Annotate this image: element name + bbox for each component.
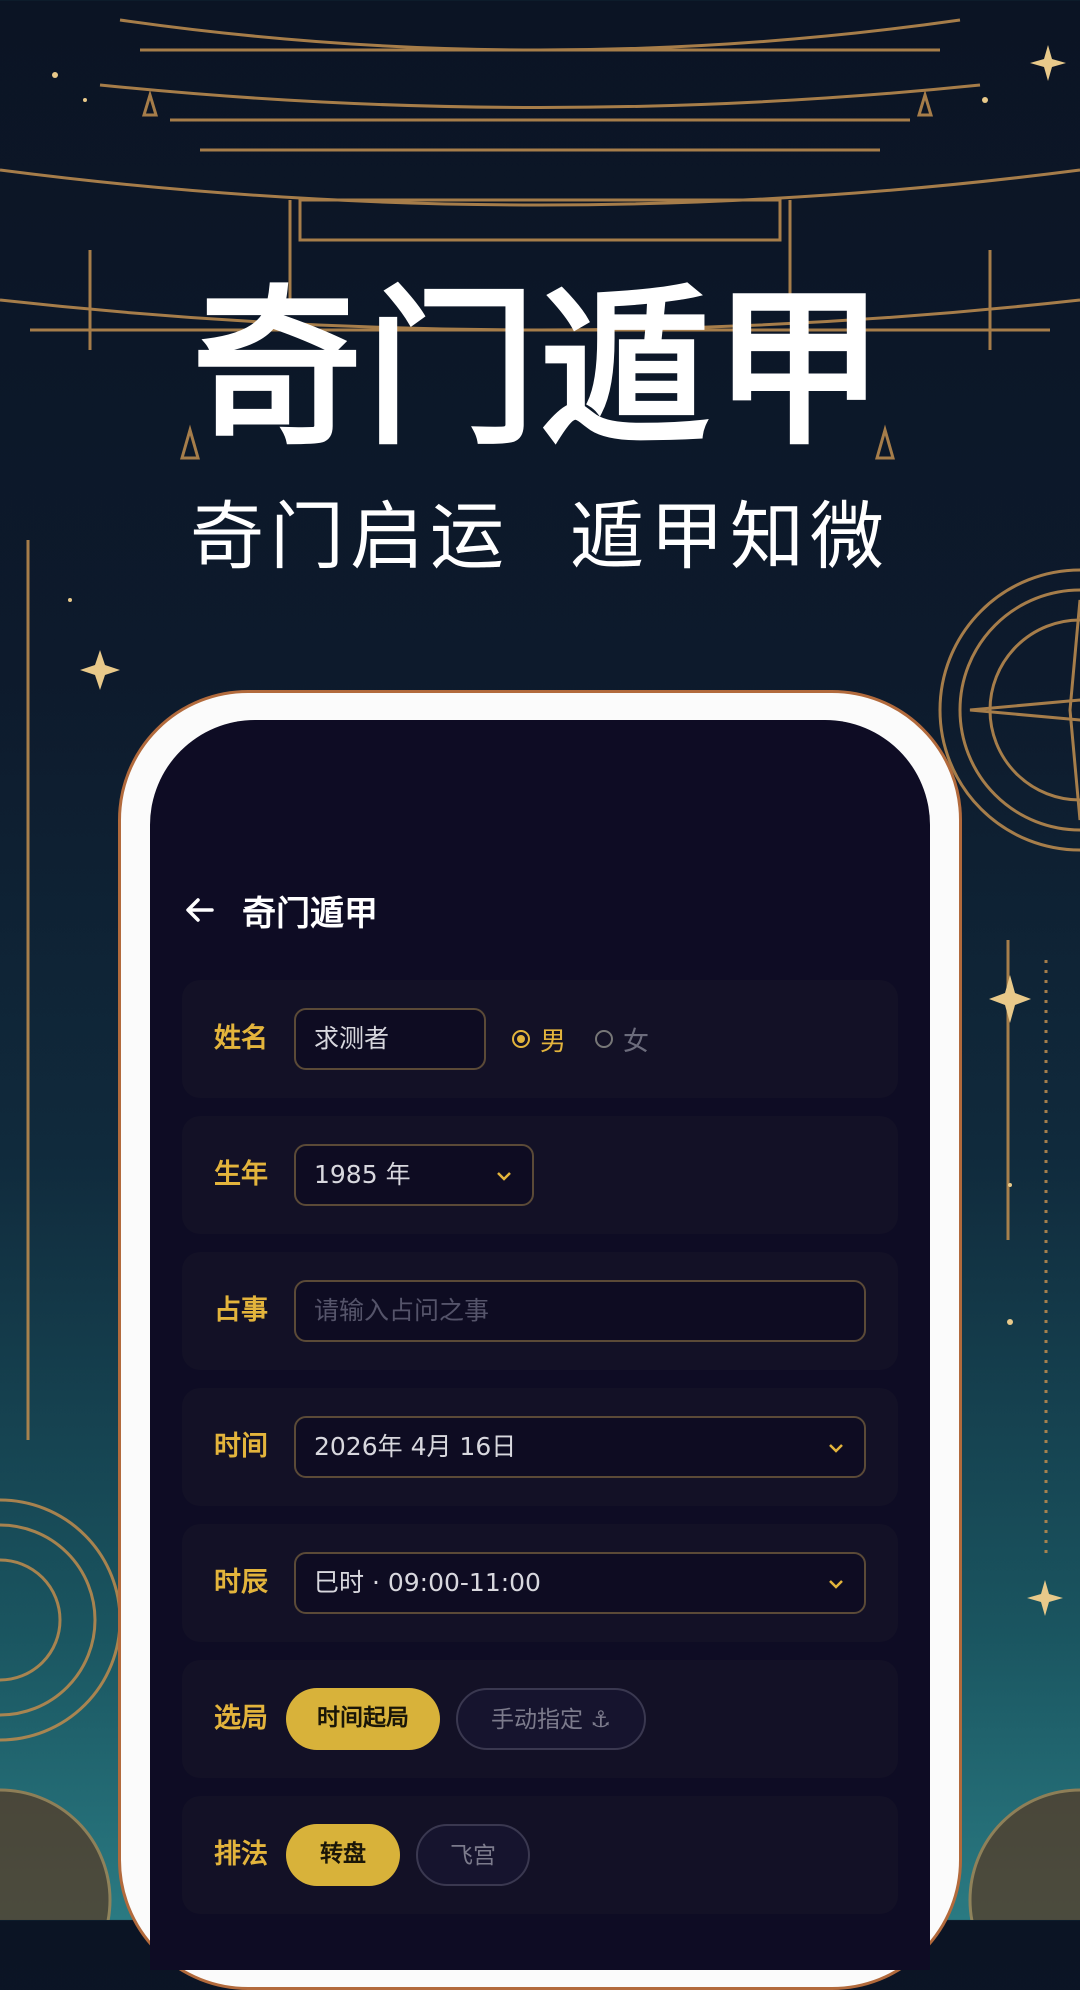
birth-year-value: 1985 年 <box>314 1160 411 1189</box>
name-input[interactable]: 求测者 <box>294 1008 486 1070</box>
hour-value: 巳时 · 09:00-11:00 <box>314 1568 541 1597</box>
mode-label: 选局 <box>214 1703 268 1734</box>
gender-male-radio[interactable]: 男 <box>512 980 566 1098</box>
date-label: 时间 <box>214 1431 268 1462</box>
radio-selected-icon <box>512 1030 530 1048</box>
method-fly-button[interactable]: 飞宫 <box>416 1824 530 1886</box>
name-card: 姓名 求测者 男 女 <box>182 980 898 1098</box>
gender-male-label: 男 <box>540 1026 567 1057</box>
question-card: 占事 请输入占问之事 <box>182 1252 898 1370</box>
hero-subtitle-right: 遁甲知微 <box>570 494 890 580</box>
arrow-left-icon[interactable] <box>182 892 218 928</box>
date-card: 时间 2026年 4月 16日 <box>182 1388 898 1506</box>
question-label: 占事 <box>214 1295 268 1326</box>
hour-label: 时辰 <box>214 1567 268 1598</box>
phone-screen: 奇门遁甲 姓名 求测者 男 女 生年 1985 年 占事 请输入占问之事 时间 … <box>150 720 930 1970</box>
mode-card: 选局 时间起局 手动指定 ⚓ <box>182 1660 898 1778</box>
hero-title: 奇门遁甲 <box>191 271 888 469</box>
gender-female-label: 女 <box>623 1026 650 1057</box>
mode-time-button[interactable]: 时间起局 <box>286 1688 440 1750</box>
name-label: 姓名 <box>214 1023 268 1054</box>
birth-year-card: 生年 1985 年 <box>182 1116 898 1234</box>
chevron-down-icon <box>497 1172 511 1181</box>
hour-select[interactable]: 巳时 · 09:00-11:00 <box>294 1552 866 1614</box>
date-value: 2026年 4月 16日 <box>314 1432 517 1461</box>
gender-female-radio[interactable]: 女 <box>595 980 649 1098</box>
app-title: 奇门遁甲 <box>242 893 378 934</box>
hero-subtitle-left: 奇门启运 <box>190 494 510 580</box>
chevron-down-icon <box>829 1580 843 1589</box>
hero-subtitle: 奇门启运 遁甲知微 <box>0 500 1080 574</box>
method-rotate-button[interactable]: 转盘 <box>286 1824 400 1886</box>
birth-year-select[interactable]: 1985 年 <box>294 1144 534 1206</box>
hour-card: 时辰 巳时 · 09:00-11:00 <box>182 1524 898 1642</box>
app-bar: 奇门遁甲 <box>182 880 378 940</box>
method-card: 排法 转盘 飞宫 <box>182 1796 898 1914</box>
radio-unselected-icon <box>595 1030 613 1048</box>
question-input[interactable]: 请输入占问之事 <box>294 1280 866 1342</box>
birth-year-label: 生年 <box>214 1159 268 1190</box>
method-label: 排法 <box>214 1839 268 1870</box>
chevron-down-icon <box>829 1444 843 1453</box>
mode-manual-button[interactable]: 手动指定 ⚓ <box>456 1688 646 1750</box>
date-select[interactable]: 2026年 4月 16日 <box>294 1416 866 1478</box>
